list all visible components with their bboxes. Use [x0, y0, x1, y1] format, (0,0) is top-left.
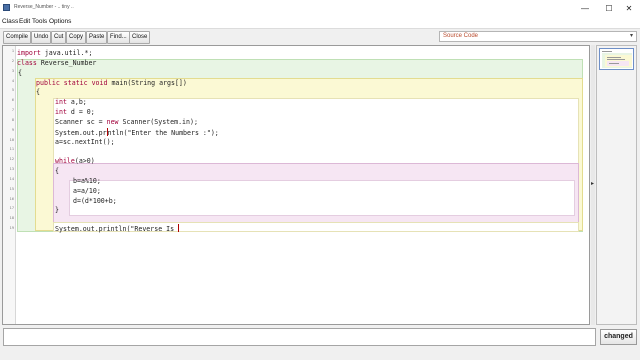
line-number: 17 [9, 206, 14, 210]
keyword: int [55, 98, 67, 106]
window-title: Reverse_Number - .. tiny .. [14, 4, 74, 10]
cut-button[interactable]: Cut [51, 31, 67, 44]
text-caret [178, 224, 180, 232]
line-number: 4 [11, 79, 14, 83]
while-body [69, 180, 575, 216]
code-text: a,b; [66, 98, 87, 106]
line-number: 19 [9, 226, 14, 230]
source-editor[interactable]: 1 2 3 4 5 6 7 8 9 10 11 12 13 14 15 16 1… [2, 45, 590, 325]
menu-options[interactable]: Options [49, 18, 71, 25]
nav-line [607, 59, 625, 60]
line-number: 2 [11, 59, 14, 63]
keyword: class [17, 59, 37, 67]
copy-button[interactable]: Copy [66, 31, 87, 44]
menu-bar: Class Edit Tools Options [0, 17, 640, 29]
compile-button[interactable]: Compile [3, 31, 32, 44]
line-number: 7 [11, 108, 14, 112]
keyword: public static void [36, 79, 108, 87]
minimize-icon[interactable]: — [574, 2, 596, 15]
keyword: new [106, 118, 119, 126]
code-line: while(a>0) [55, 157, 95, 165]
code-text: d = 0; [66, 108, 95, 116]
line-number: 6 [11, 98, 14, 102]
line-number: 12 [9, 157, 14, 161]
code-line: b=a%10; [73, 177, 101, 185]
code-line: import java.util.*; [17, 49, 92, 57]
code-text: main(String args[]) [107, 79, 187, 87]
view-select-value: Source Code [443, 33, 479, 39]
line-number: 11 [9, 147, 14, 151]
save-state-indicator: changed [600, 329, 637, 345]
navigation-view[interactable] [596, 45, 637, 325]
code-text: System.out.println("Reverse Is [55, 225, 179, 233]
expand-arrow-icon[interactable]: ▸ [591, 180, 594, 187]
line-number: 3 [11, 69, 14, 73]
code-line: a=a/10; [73, 187, 101, 195]
title-bar: Reverse_Number - .. tiny .. — ☐ ✕ [0, 0, 640, 17]
bluej-class-icon [3, 4, 10, 11]
line-number: 5 [11, 88, 14, 92]
line-number: 1 [11, 49, 14, 53]
view-select[interactable]: Source Code ▾ [439, 31, 637, 42]
close-button[interactable]: Close [129, 31, 151, 44]
code-line: a=sc.nextInt(); [55, 138, 115, 146]
code-text: System.out.pr [55, 129, 107, 137]
code-text: (a>0) [74, 157, 95, 165]
code-line: int d = 0; [55, 108, 95, 116]
code-line: int a,b; [55, 98, 87, 106]
code-line: d=(d*100+b; [73, 197, 117, 205]
code-line: System.out.println("Reverse Is [55, 224, 180, 233]
code-line: { [36, 88, 40, 96]
nav-line [602, 51, 612, 52]
line-number: 8 [11, 118, 14, 122]
code-line: class Reverse_Number [17, 59, 96, 67]
keyword: import [17, 49, 41, 57]
message-area [3, 328, 596, 346]
line-number: 13 [9, 167, 14, 171]
menu-class[interactable]: Class [2, 18, 18, 25]
keyword: while [55, 157, 75, 165]
line-number: 15 [9, 187, 14, 191]
keyword: int [55, 108, 67, 116]
code-text: Reverse_Number [36, 59, 97, 67]
close-icon[interactable]: ✕ [618, 2, 640, 15]
undo-button[interactable]: Undo [31, 31, 52, 44]
line-number: 14 [9, 177, 14, 181]
menu-edit[interactable]: Edit [19, 18, 30, 25]
chevron-down-icon: ▾ [629, 33, 633, 39]
line-number-gutter: 1 2 3 4 5 6 7 8 9 10 11 12 13 14 15 16 1… [3, 46, 16, 324]
paste-button[interactable]: Paste [86, 31, 108, 44]
line-number: 10 [9, 138, 14, 142]
navigation-viewport[interactable] [599, 48, 634, 70]
code-text: Scanner(System.in); [118, 118, 198, 126]
code-line: { [18, 69, 22, 77]
line-number: 9 [11, 128, 14, 132]
nav-line [607, 57, 621, 58]
line-number: 18 [9, 216, 14, 220]
find-button[interactable]: Find... [107, 31, 130, 44]
code-text: java.util.*; [40, 49, 93, 57]
code-line: public static void main(String args[]) [36, 79, 187, 87]
menu-tools[interactable]: Tools [32, 18, 47, 25]
nav-line [609, 63, 619, 64]
code-text: ntln("Enter the Numbers :"); [107, 129, 219, 137]
maximize-icon[interactable]: ☐ [598, 2, 620, 15]
code-line: Scanner sc = new Scanner(System.in); [55, 118, 198, 126]
code-line: { [55, 167, 59, 175]
code-line: System.out.prntln("Enter the Numbers :")… [55, 128, 219, 137]
code-text: Scanner sc = [55, 118, 107, 126]
code-line: } [55, 206, 59, 214]
line-number: 16 [9, 197, 14, 201]
